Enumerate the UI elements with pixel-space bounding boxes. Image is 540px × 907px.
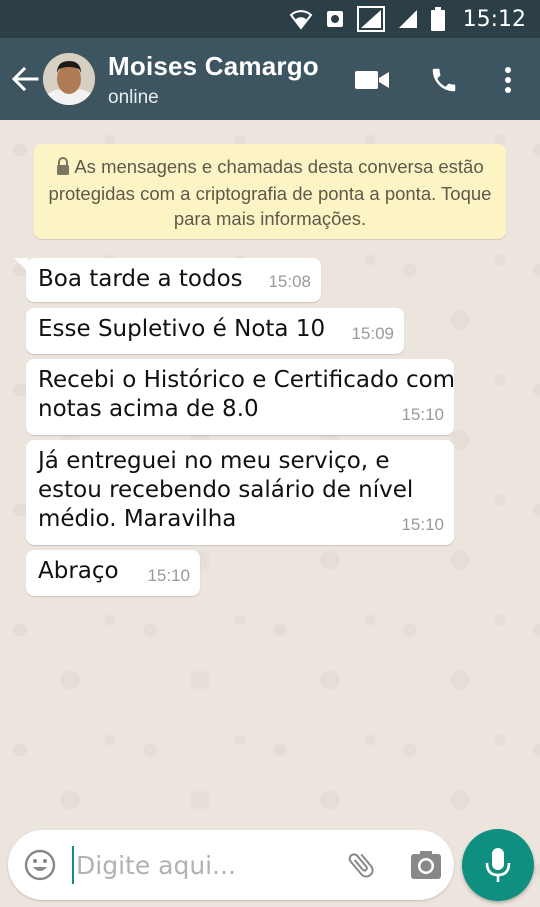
paperclip-icon: [348, 853, 374, 878]
video-call-icon: [355, 71, 389, 89]
message-bubble[interactable]: Já entreguei no meu serviço, e estou rec…: [26, 440, 454, 545]
message-bubble[interactable]: Recebi o Histórico e Certificado com not…: [26, 359, 455, 435]
lock-icon: [56, 156, 70, 181]
back-button[interactable]: [8, 60, 42, 98]
message-text: Esse Supletivo é Nota 10: [38, 316, 326, 342]
composer: [8, 830, 454, 900]
attach-button[interactable]: [342, 846, 380, 884]
text-cursor: [72, 846, 74, 884]
chat-area[interactable]: As mensagens e chamadas desta conversa e…: [0, 120, 540, 907]
signal-icon: [356, 6, 385, 32]
status-bar: 15:12: [0, 0, 540, 38]
message-text: Já entreguei no meu serviço, e estou rec…: [38, 448, 414, 532]
camera-button[interactable]: [406, 846, 446, 884]
more-vert-icon: [505, 67, 511, 93]
avatar[interactable]: [43, 53, 95, 105]
message-time: 15:08: [268, 272, 311, 291]
wifi-icon: [289, 8, 313, 30]
chat-header: Moises Camargo online: [0, 38, 540, 120]
contact-status: online: [108, 87, 159, 108]
phone-icon: [432, 68, 456, 92]
sync-icon: [325, 8, 345, 30]
camera-icon: [411, 851, 441, 879]
message-bubble[interactable]: Abraço 15:10: [26, 550, 200, 596]
message-bubble[interactable]: Esse Supletivo é Nota 10 15:09: [26, 308, 404, 354]
voice-call-button[interactable]: [422, 58, 466, 102]
encryption-notice-text: As mensagens e chamadas desta conversa e…: [48, 156, 492, 229]
message-text: Recebi o Histórico e Certificado com not…: [38, 367, 456, 422]
message-bubble[interactable]: Boa tarde a todos 15:08: [14, 258, 321, 302]
more-options-button[interactable]: [486, 58, 530, 102]
clock: 15:12: [462, 6, 526, 32]
arrow-left-icon: [11, 66, 39, 92]
microphone-icon: [485, 848, 511, 882]
emoji-icon: [24, 849, 56, 881]
emoji-button[interactable]: [22, 847, 58, 883]
message-time: 15:10: [401, 405, 444, 424]
contact-name[interactable]: Moises Camargo: [108, 51, 319, 82]
message-time: 15:09: [351, 324, 394, 343]
battery-icon: [430, 7, 445, 31]
message-input[interactable]: [76, 844, 326, 886]
encryption-notice[interactable]: As mensagens e chamadas desta conversa e…: [34, 144, 506, 239]
video-call-button[interactable]: [350, 58, 394, 102]
voice-record-button[interactable]: [462, 829, 534, 901]
message-time: 15:10: [147, 566, 190, 585]
signal-icon-2: [397, 8, 419, 30]
message-time: 15:10: [401, 515, 444, 534]
